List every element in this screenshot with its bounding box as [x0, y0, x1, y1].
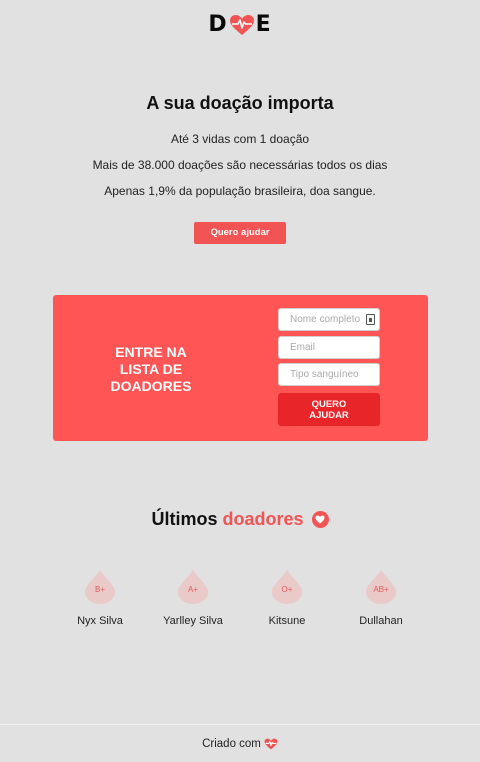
hero-line: Apenas 1,9% da população brasileira, doa…	[104, 184, 376, 198]
blood-type-label: AB+	[373, 585, 389, 594]
donor-item: B+ Nyx Silva	[55, 566, 145, 627]
donor-signup-card: ENTRE NA LISTA DE DOADORES Nome completo…	[53, 295, 428, 441]
donor-name: Nyx Silva	[77, 615, 123, 627]
blood-drop-icon: A+	[177, 566, 209, 606]
donor-item: A+ Yarlley Silva	[148, 566, 238, 627]
donor-name: Kitsune	[268, 615, 306, 627]
help-button[interactable]: Quero ajudar	[194, 222, 286, 244]
name-field[interactable]: Nome completo	[278, 308, 380, 331]
heart-pulse-icon	[229, 14, 254, 35]
blood-type-label: B+	[94, 585, 105, 594]
blood-type-label: A+	[187, 585, 198, 594]
footer: Criado com	[0, 724, 480, 762]
blood-drop-icon: B+	[84, 566, 116, 606]
heart-icon	[264, 738, 278, 749]
blood-drop-icon: O+	[271, 566, 303, 606]
donor-name: Yarlley Silva	[163, 615, 223, 627]
heart-icon	[311, 511, 329, 528]
donors-title-accent: doadores	[222, 509, 304, 529]
footer-text: Criado com	[202, 737, 261, 750]
signup-title: ENTRE NA LISTA DE DOADORES	[110, 344, 192, 394]
donor-name: Dullahan	[359, 615, 403, 627]
hero-line: Até 3 vidas com 1 doação	[170, 132, 310, 146]
hero-section: A sua doação importa Até 3 vidas com 1 d…	[0, 93, 480, 244]
email-placeholder: Email	[290, 342, 316, 353]
logo[interactable]: D E	[0, 12, 480, 37]
donors-title-prefix: Últimos	[151, 509, 218, 529]
join-button[interactable]: QUERO AJUDAR	[278, 393, 380, 426]
blood-type-label: O+	[281, 585, 293, 594]
join-button-label: QUERO AJUDAR	[309, 398, 349, 421]
blood-type-placeholder: Tipo sanguíneo	[290, 369, 359, 380]
donor-item: AB+ Dullahan	[336, 566, 426, 627]
donor-item: O+ Kitsune	[242, 566, 332, 627]
logo-letter-d: D	[208, 12, 228, 37]
name-placeholder: Nome completo	[290, 314, 361, 325]
hero-line: Mais de 38.000 doações são necessárias t…	[92, 158, 388, 172]
hero-title: A sua doação importa	[146, 93, 334, 113]
logo-letter-e: E	[255, 12, 272, 37]
email-field[interactable]: Email	[278, 336, 380, 359]
donors-title: Últimos doadores	[0, 509, 480, 530]
contact-card-icon[interactable]	[366, 314, 375, 325]
blood-drop-icon: AB+	[365, 566, 397, 606]
blood-type-field[interactable]: Tipo sanguíneo	[278, 363, 380, 386]
